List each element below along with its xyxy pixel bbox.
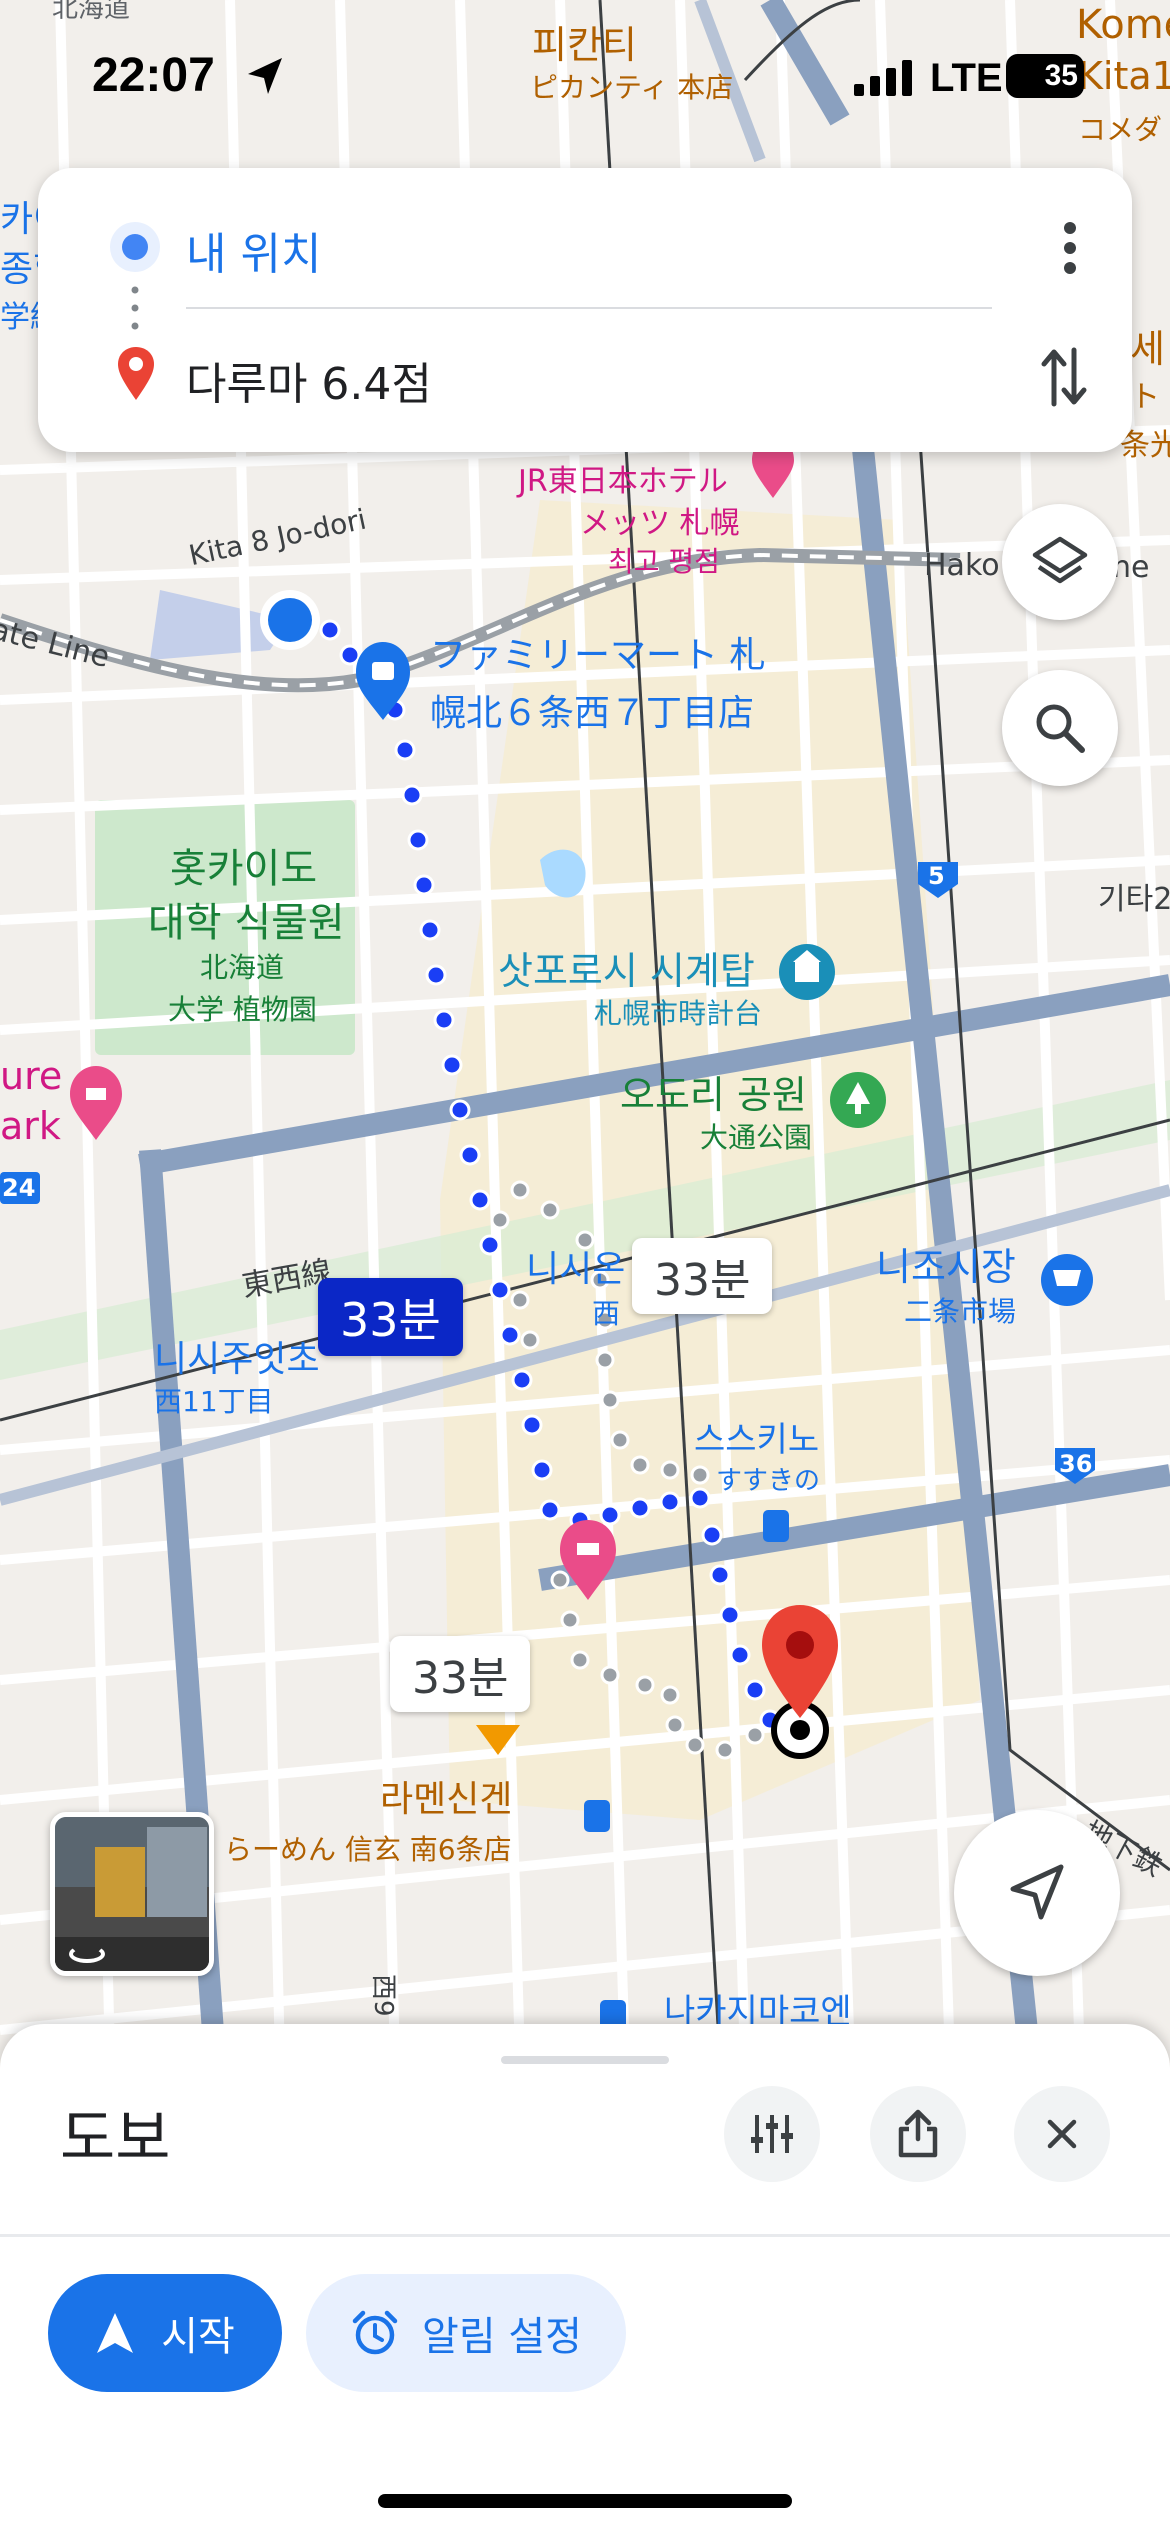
map-label: 최고 평점	[608, 545, 720, 578]
route-connector-dots	[131, 286, 139, 330]
route-number: 5	[928, 862, 945, 890]
map-label: 西9	[368, 1974, 398, 2017]
map-label: 세	[1130, 327, 1165, 371]
map-label-familymart[interactable]: ファミリーマート 札	[430, 626, 765, 678]
destination-field[interactable]: 다루마 6.4점	[186, 348, 432, 412]
search-along-route-button[interactable]	[1002, 670, 1118, 786]
more-vert-icon[interactable]	[1060, 218, 1080, 278]
network-type: LTE	[930, 56, 1003, 100]
map-label: ark	[0, 1104, 61, 1148]
map-label: 기타2	[1098, 882, 1170, 917]
drag-handle[interactable]	[501, 2056, 669, 2064]
layers-icon	[1032, 536, 1088, 584]
route-time-alt[interactable]: 33분	[390, 1636, 531, 1712]
map-label: 大学 植物園	[168, 993, 317, 1026]
swap-vert-icon[interactable]	[1040, 344, 1088, 410]
home-indicator	[378, 2494, 792, 2508]
map-label: Hako	[924, 548, 1000, 583]
sheet-divider	[0, 2234, 1170, 2237]
map-label: 대학 식물원	[148, 900, 345, 946]
map-label: 西	[592, 1297, 621, 1330]
start-label: 시작	[161, 2314, 235, 2360]
layers-button[interactable]	[1002, 504, 1118, 620]
map-label: 北海道	[200, 951, 285, 984]
tune-icon	[751, 2115, 793, 2153]
route-time-alt[interactable]: 33분	[632, 1238, 773, 1314]
map-label-odori[interactable]: 오도리 공원	[620, 1064, 807, 1119]
map-label-station[interactable]: 니시주잇초	[154, 1330, 320, 1382]
recenter-button[interactable]	[954, 1810, 1120, 1976]
search-icon	[1036, 704, 1085, 753]
signal-icon	[854, 60, 912, 96]
route-number: 36	[1059, 1450, 1093, 1478]
directions-sheet: 도보 시작 알림 설정	[0, 2024, 1170, 2532]
status-time: 22:07	[92, 49, 215, 102]
location-arrow-icon	[248, 58, 282, 94]
destination-row[interactable]: 다루마 6.4점	[38, 328, 1132, 438]
origin-field[interactable]: 내 위치	[186, 218, 321, 282]
map-label-station[interactable]: 니시온	[526, 1240, 625, 1292]
street-view-thumbnail[interactable]	[50, 1812, 214, 1976]
share-icon	[898, 2109, 938, 2158]
route-options-button[interactable]	[724, 2086, 820, 2182]
map-label: 幌北６条西７丁目店	[430, 693, 755, 734]
map-label-ramen[interactable]: 라멘신겐	[380, 1770, 512, 1822]
map-label: ure	[0, 1054, 63, 1098]
set-alarm-button[interactable]: 알림 설정	[306, 2274, 626, 2392]
map-label: メッツ 札幌	[580, 506, 740, 541]
route-time-selected[interactable]: 33분	[318, 1278, 463, 1356]
start-button[interactable]: 시작	[48, 2274, 282, 2392]
park-pin-icon[interactable]	[830, 1072, 886, 1128]
alarm-clock-icon	[352, 2310, 398, 2355]
map-label-botanic[interactable]: 홋카이도	[170, 836, 317, 894]
landmark-pin-icon[interactable]	[779, 944, 835, 1000]
map-label-clocktower[interactable]: 삿포로시 시계탑	[498, 940, 755, 995]
map-label: 西11丁目	[154, 1385, 274, 1418]
origin-row[interactable]: 내 위치	[38, 190, 1132, 300]
field-divider	[186, 307, 992, 309]
map-label-station[interactable]: 스스키노	[694, 1412, 819, 1461]
map-label: らーめん 信玄 南6条店	[224, 1833, 512, 1866]
status-bar: 22:07 LTE 35	[0, 0, 1170, 150]
battery-icon: 35	[1006, 54, 1084, 98]
directions-card: 내 위치 다루마 6.4점	[38, 168, 1132, 452]
map-label: すすきの	[716, 1466, 821, 1496]
rotate-360-icon	[69, 1945, 105, 1963]
route-number: 24	[2, 1174, 36, 1202]
map-label-nijo[interactable]: 니조시장	[876, 1236, 1016, 1291]
map-label: 札幌市時計台	[594, 997, 763, 1030]
origin-dot-icon	[110, 222, 160, 272]
map-label: ト	[1130, 380, 1160, 415]
close-button[interactable]	[1014, 2086, 1110, 2182]
map-label-hotel[interactable]: JR東日本ホテル	[518, 456, 728, 500]
map-label: 大通公園	[700, 1121, 813, 1154]
close-icon	[1047, 2119, 1077, 2149]
share-button[interactable]	[870, 2086, 966, 2182]
travel-mode-title: 도보	[60, 2104, 171, 2174]
alarm-label: 알림 설정	[422, 2314, 582, 2360]
navigation-icon	[97, 2313, 134, 2353]
navigation-arrow-icon	[1010, 1864, 1064, 1920]
destination-marker-icon	[118, 347, 154, 400]
map-label: 二条市場	[904, 1295, 1017, 1328]
